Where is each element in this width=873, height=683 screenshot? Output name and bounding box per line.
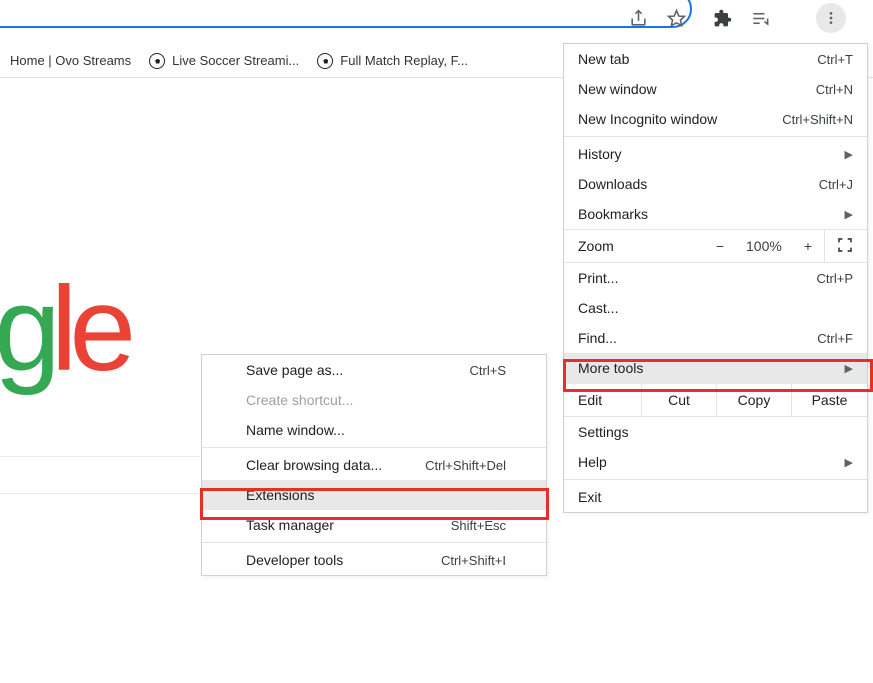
chevron-right-icon: ▶ (845, 362, 853, 375)
menu-item-new-tab[interactable]: New tab Ctrl+T (564, 44, 867, 74)
menu-item-exit[interactable]: Exit (564, 482, 867, 512)
reading-list-icon[interactable] (749, 7, 771, 29)
edit-cut-button[interactable]: Cut (642, 384, 717, 416)
menu-item-history[interactable]: History ▶ (564, 139, 867, 169)
submenu-item-name-window[interactable]: Name window... (202, 415, 546, 445)
submenu-item-developer-tools[interactable]: Developer tools Ctrl+Shift+I (202, 545, 546, 575)
omnibox[interactable] (0, 0, 692, 28)
chevron-right-icon: ▶ (845, 208, 853, 221)
edit-paste-button[interactable]: Paste (792, 384, 867, 416)
menu-item-new-window[interactable]: New window Ctrl+N (564, 74, 867, 104)
more-tools-submenu: Save page as... Ctrl+S Create shortcut..… (201, 354, 547, 576)
menu-item-more-tools[interactable]: More tools ▶ (564, 353, 867, 383)
submenu-item-create-shortcut[interactable]: Create shortcut... (202, 385, 546, 415)
menu-separator (202, 542, 546, 543)
menu-item-cast[interactable]: Cast... (564, 293, 867, 323)
submenu-item-extensions[interactable]: Extensions (202, 480, 546, 510)
google-logo-fragment: gle (0, 260, 128, 398)
menu-item-help[interactable]: Help ▶ (564, 447, 867, 477)
fullscreen-icon[interactable] (837, 237, 853, 256)
zoom-value: 100% (746, 238, 782, 254)
bookmark-star-icon[interactable] (665, 7, 687, 29)
soccer-ball-icon (149, 53, 165, 69)
bookmark-item[interactable]: Full Match Replay, F... (317, 53, 468, 69)
bookmark-label: Full Match Replay, F... (340, 53, 468, 68)
toolbar-row (0, 0, 873, 36)
menu-item-zoom: Zoom − 100% + (564, 229, 867, 263)
zoom-out-button[interactable]: − (716, 238, 724, 254)
soccer-ball-icon (317, 53, 333, 69)
menu-separator (202, 447, 546, 448)
chrome-main-menu: New tab Ctrl+T New window Ctrl+N New Inc… (563, 43, 868, 513)
chrome-menu-button[interactable] (816, 3, 846, 33)
menu-item-find[interactable]: Find... Ctrl+F (564, 323, 867, 353)
submenu-item-save-page[interactable]: Save page as... Ctrl+S (202, 355, 546, 385)
zoom-in-button[interactable]: + (804, 238, 812, 254)
menu-item-new-incognito[interactable]: New Incognito window Ctrl+Shift+N (564, 104, 867, 134)
menu-item-bookmarks[interactable]: Bookmarks ▶ (564, 199, 867, 229)
edit-copy-button[interactable]: Copy (717, 384, 792, 416)
bookmark-item[interactable]: Home | Ovo Streams (10, 53, 131, 68)
bookmark-label: Live Soccer Streami... (172, 53, 299, 68)
menu-item-edit: Edit Cut Copy Paste (564, 383, 867, 417)
menu-separator (564, 136, 867, 137)
extensions-puzzle-icon[interactable] (711, 7, 733, 29)
divider (0, 456, 200, 457)
submenu-item-task-manager[interactable]: Task manager Shift+Esc (202, 510, 546, 540)
chevron-right-icon: ▶ (845, 148, 853, 161)
menu-item-print[interactable]: Print... Ctrl+P (564, 263, 867, 293)
menu-item-downloads[interactable]: Downloads Ctrl+J (564, 169, 867, 199)
submenu-item-clear-browsing-data[interactable]: Clear browsing data... Ctrl+Shift+Del (202, 450, 546, 480)
chevron-right-icon: ▶ (845, 456, 853, 469)
menu-item-settings[interactable]: Settings (564, 417, 867, 447)
bookmark-label: Home | Ovo Streams (10, 53, 131, 68)
menu-separator (564, 479, 867, 480)
divider (0, 493, 200, 494)
bookmark-item[interactable]: Live Soccer Streami... (149, 53, 299, 69)
share-icon[interactable] (627, 7, 649, 29)
